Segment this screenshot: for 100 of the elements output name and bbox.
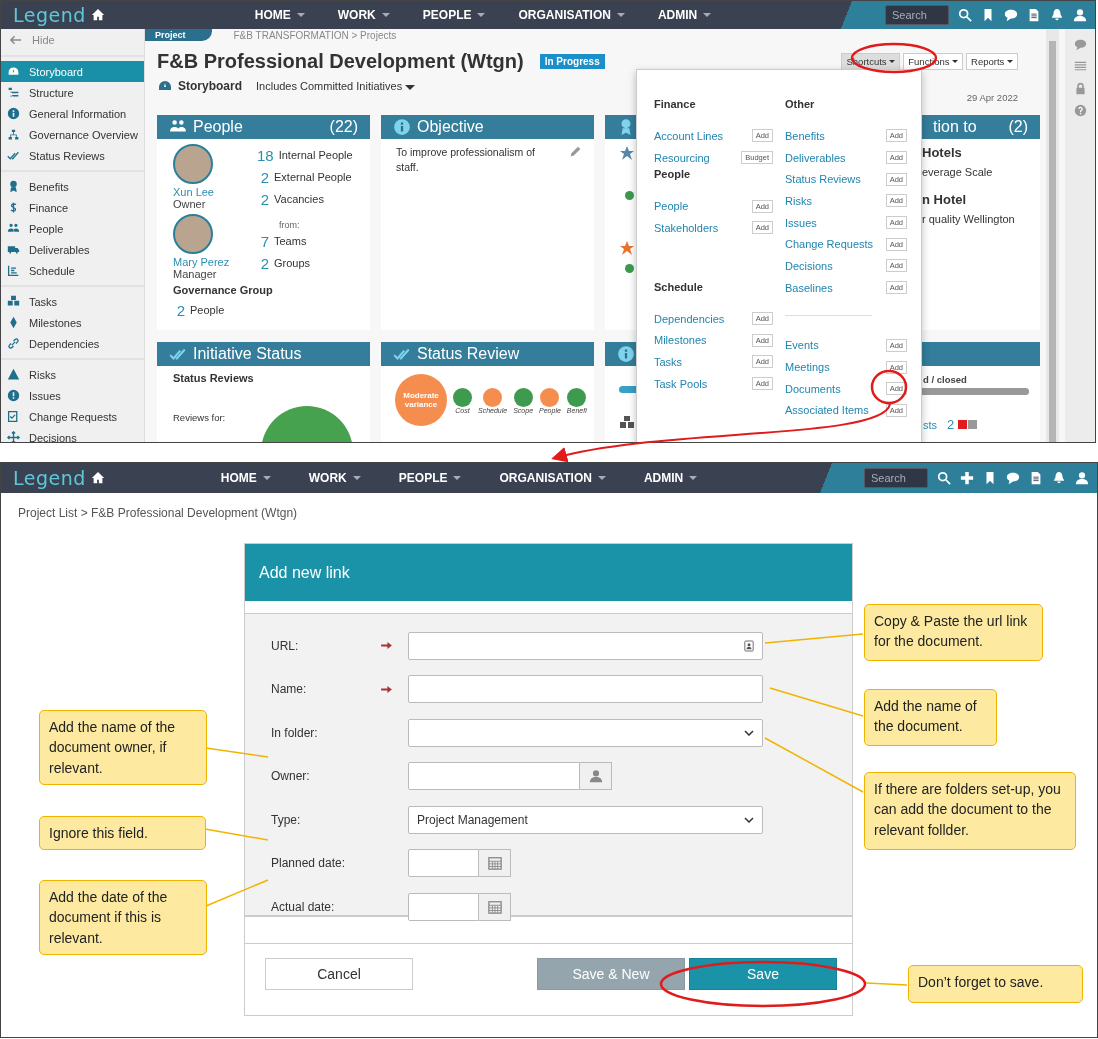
nav-menu[interactable]: HOME — [254, 8, 305, 22]
menu-link[interactable]: Tasks — [654, 355, 683, 368]
nav-menu[interactable]: WORK — [337, 8, 390, 22]
lock-icon[interactable] — [1073, 82, 1087, 95]
sidebar-item[interactable]: Status Reviews — [1, 145, 144, 166]
list-icon[interactable] — [1073, 60, 1087, 73]
document-icon[interactable] — [1029, 471, 1043, 485]
save-button[interactable]: Save — [689, 958, 837, 990]
menu-link[interactable]: Associated Items — [785, 404, 869, 417]
menu-link[interactable]: Events — [785, 339, 819, 352]
filter-dropdown[interactable]: Includes Committed Initiatives — [256, 80, 416, 92]
menu-link[interactable]: People — [654, 200, 689, 213]
menu-link[interactable]: Task Pools — [654, 377, 708, 390]
nav-menu[interactable]: ADMIN — [643, 471, 698, 485]
nav-menu[interactable]: ADMIN — [657, 8, 712, 22]
overall-status: Moderate variance — [395, 374, 447, 426]
callout: Ignore this field. — [39, 816, 206, 851]
sidebar-item[interactable]: People — [1, 218, 144, 239]
contribution-text: everage Scale — [922, 166, 994, 178]
menu-link[interactable]: Benefits — [785, 129, 825, 142]
sidebar-item[interactable]: Decisions — [1, 427, 144, 442]
home-icon[interactable] — [90, 8, 105, 22]
chat-icon[interactable] — [1073, 38, 1087, 51]
search-field[interactable]: Search — [885, 5, 949, 25]
bell-icon[interactable] — [1052, 471, 1066, 485]
menu-link[interactable]: Decisions — [785, 259, 833, 272]
plus-icon[interactable] — [960, 471, 974, 485]
list-label[interactable]: sts — [923, 418, 938, 431]
sidebar-item[interactable]: Governance Overview — [1, 124, 144, 145]
ribbon-icon — [7, 180, 20, 193]
menu-link[interactable]: Milestones — [654, 334, 707, 347]
url-field[interactable] — [408, 631, 763, 660]
dropdown-button[interactable]: Reports — [966, 52, 1018, 70]
logo[interactable]: Legend — [13, 467, 86, 489]
menu-link[interactable]: Documents — [785, 382, 841, 395]
menu-link[interactable]: Issues — [785, 216, 817, 229]
nav-menu[interactable]: PEOPLE — [422, 8, 486, 22]
pencil-icon[interactable] — [569, 145, 582, 158]
user-icon[interactable] — [1073, 8, 1087, 22]
project-tab[interactable]: Project — [145, 29, 212, 41]
breadcrumb: F&B TRANSFORMATION > Projects — [233, 29, 397, 41]
info-icon — [7, 107, 20, 120]
menu-link[interactable]: Meetings — [785, 361, 830, 374]
logo[interactable]: Legend — [13, 4, 86, 26]
help-icon[interactable] — [1073, 104, 1087, 117]
select-field[interactable]: Project Management — [408, 805, 763, 834]
sidebar-item[interactable]: Structure — [1, 82, 144, 103]
nav-menu[interactable]: HOME — [220, 471, 271, 485]
document-icon[interactable] — [1027, 8, 1041, 22]
sidebar-item[interactable]: General Information — [1, 103, 144, 124]
chat-icon[interactable] — [1006, 471, 1020, 485]
search-icon[interactable] — [937, 471, 951, 485]
date-field[interactable] — [408, 849, 479, 878]
sidebar-item[interactable]: Tasks — [1, 291, 144, 312]
leader-line — [865, 982, 908, 986]
sidebar-item[interactable]: Milestones — [1, 312, 144, 333]
nav-menu[interactable]: ORGANISATION — [518, 8, 625, 22]
menu-link[interactable]: Risks — [785, 194, 812, 207]
menu-link[interactable]: Change Requests — [785, 238, 874, 251]
chat-icon[interactable] — [1004, 8, 1018, 22]
stat-value: 2 — [259, 191, 269, 207]
menu-link[interactable]: Account Lines — [654, 129, 724, 142]
menu-link[interactable]: Baselines — [785, 281, 833, 294]
sidebar-item[interactable]: Schedule — [1, 260, 144, 281]
person-button[interactable] — [580, 762, 612, 791]
sidebar-item[interactable]: Benefits — [1, 176, 144, 197]
date-field[interactable] — [408, 892, 479, 921]
sidebar-item[interactable]: Finance — [1, 197, 144, 218]
menu-link[interactable]: Deliverables — [785, 151, 846, 164]
menu-link[interactable]: Dependencies — [654, 312, 725, 325]
nav-menu[interactable]: ORGANISATION — [499, 471, 606, 485]
sidebar-item[interactable]: Risks — [1, 364, 144, 385]
input-field[interactable] — [408, 675, 763, 704]
exclamation-icon — [7, 389, 20, 402]
calendar-button[interactable] — [479, 892, 511, 921]
select-field[interactable] — [408, 718, 763, 747]
nav-menu[interactable]: PEOPLE — [398, 471, 462, 485]
sidebar-item[interactable]: Issues — [1, 385, 144, 406]
sidebar-item[interactable]: Dependencies — [1, 333, 144, 354]
search-icon[interactable] — [958, 8, 972, 22]
sidebar-item[interactable]: Deliverables — [1, 239, 144, 260]
home-icon[interactable] — [90, 471, 105, 485]
sidebar-item[interactable]: Storyboard — [1, 61, 144, 82]
search-field[interactable]: Search — [864, 468, 928, 488]
bell-icon[interactable] — [1050, 8, 1064, 22]
calendar-button[interactable] — [479, 849, 511, 878]
person-role: Owner — [173, 198, 207, 210]
leader-line — [205, 879, 269, 907]
card-title: Objective — [417, 118, 484, 136]
input-field[interactable] — [408, 762, 580, 791]
user-icon[interactable] — [1075, 471, 1089, 485]
menu-link[interactable]: Resourcing — [654, 151, 710, 164]
menu-link[interactable]: Status Reviews — [785, 173, 861, 186]
scrollbar[interactable] — [1046, 29, 1059, 442]
sidebar-item[interactable]: Change Requests — [1, 406, 144, 427]
menu-link[interactable]: Stakeholders — [654, 221, 719, 234]
nav-menu[interactable]: WORK — [308, 471, 361, 485]
cancel-button[interactable]: Cancel — [265, 958, 413, 990]
person-link[interactable]: Mary Perez — [173, 256, 257, 268]
person-link[interactable]: Xun Lee — [173, 186, 257, 198]
